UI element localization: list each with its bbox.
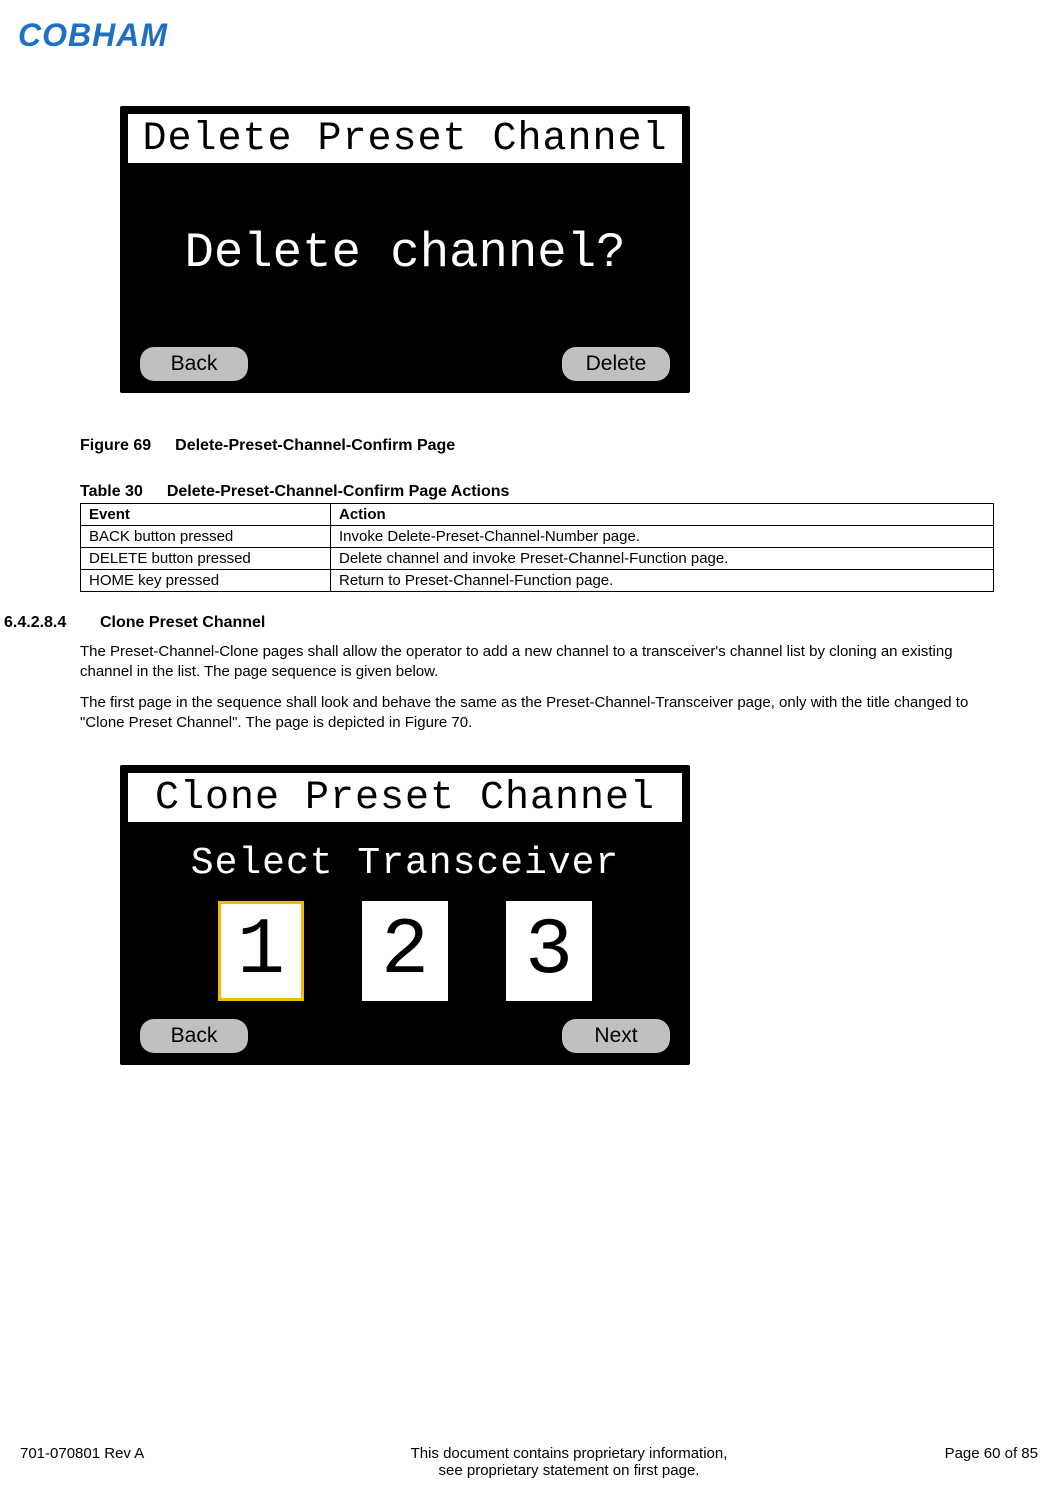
cell-action: Delete channel and invoke Preset-Channel… (331, 548, 994, 570)
transceiver-option-3[interactable]: 3 (506, 901, 592, 1001)
select-transceiver-label: Select Transceiver (191, 842, 619, 885)
screen-title: Clone Preset Channel (128, 773, 682, 822)
figure-number: Figure 69 (80, 437, 151, 454)
table-row: DELETE button pressed Delete channel and… (81, 548, 994, 570)
figure-caption: Figure 69 Delete-Preset-Channel-Confirm P… (80, 437, 994, 455)
cell-event: HOME key pressed (81, 570, 331, 592)
cell-action: Invoke Delete-Preset-Channel-Number page… (331, 526, 994, 548)
col-action: Action (331, 504, 994, 526)
back-button[interactable]: Back (140, 347, 248, 381)
doc-revision: 701-070801 Rev A (20, 1445, 260, 1462)
col-event: Event (81, 504, 331, 526)
section-title: Clone Preset Channel (100, 614, 265, 632)
actions-table: Event Action BACK button pressed Invoke … (80, 503, 994, 592)
table-row: BACK button pressed Invoke Delete-Preset… (81, 526, 994, 548)
proprietary-notice: This document contains proprietary infor… (260, 1445, 878, 1479)
table-row: HOME key pressed Return to Preset-Channe… (81, 570, 994, 592)
clone-transceiver-screen: Clone Preset Channel Select Transceiver … (120, 765, 690, 1065)
table-number: Table 30 (80, 483, 143, 500)
svg-text:COBHAM: COBHAM (18, 17, 168, 53)
transceiver-option-2[interactable]: 2 (362, 901, 448, 1001)
figure-title: Delete-Preset-Channel-Confirm Page (175, 437, 455, 454)
transceiver-option-1[interactable]: 1 (218, 901, 304, 1001)
section-number: 6.4.2.8.4 (0, 614, 100, 632)
page-number: Page 60 of 85 (878, 1445, 1038, 1462)
back-button[interactable]: Back (140, 1019, 248, 1053)
screen-prompt: Delete channel? (128, 163, 682, 341)
page-footer: 701-070801 Rev A This document contains … (0, 1445, 1064, 1479)
paragraph: The Preset-Channel-Clone pages shall all… (80, 642, 994, 683)
delete-button[interactable]: Delete (562, 347, 670, 381)
table-caption: Table 30 Delete-Preset-Channel-Confirm Pa… (80, 483, 994, 501)
cell-event: BACK button pressed (81, 526, 331, 548)
screen-title: Delete Preset Channel (128, 114, 682, 163)
brand-logo: COBHAM (18, 16, 1064, 56)
next-button[interactable]: Next (562, 1019, 670, 1053)
paragraph: The first page in the sequence shall loo… (80, 693, 994, 734)
table-title: Delete-Preset-Channel-Confirm Page Actio… (167, 483, 510, 500)
table-header-row: Event Action (81, 504, 994, 526)
cell-action: Return to Preset-Channel-Function page. (331, 570, 994, 592)
delete-confirm-screen: Delete Preset Channel Delete channel? Ba… (120, 106, 690, 393)
cell-event: DELETE button pressed (81, 548, 331, 570)
transceiver-options: 1 2 3 (218, 901, 592, 1001)
